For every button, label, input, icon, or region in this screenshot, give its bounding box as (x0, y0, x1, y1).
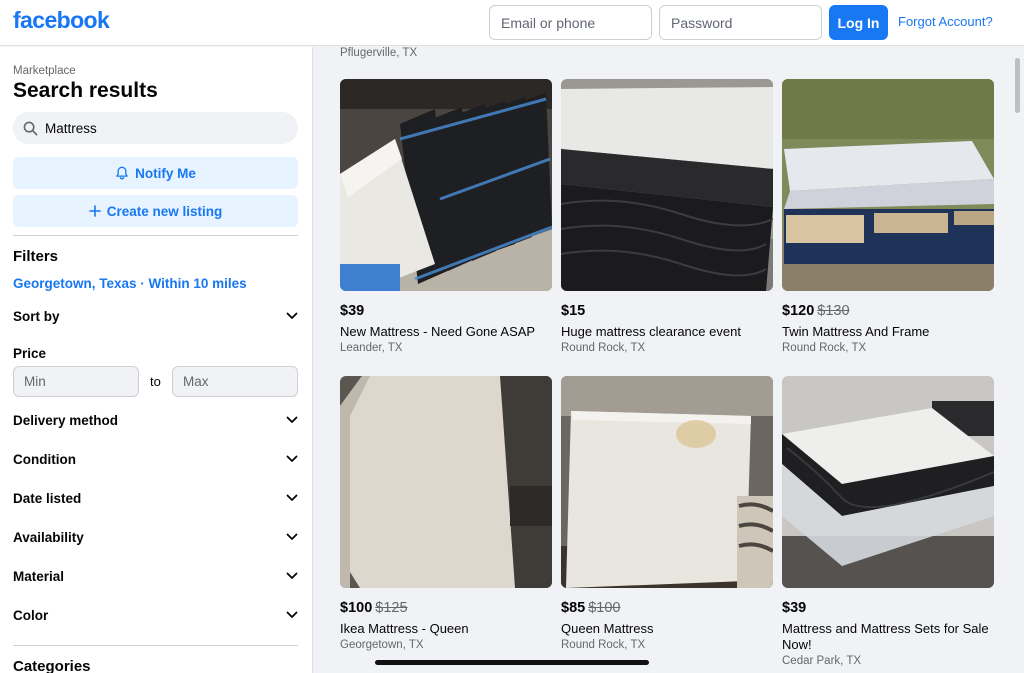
email-input[interactable] (489, 5, 652, 40)
listing-card[interactable]: $39 Mattress and Mattress Sets for Sale … (782, 376, 994, 667)
listing-photo[interactable] (340, 376, 552, 588)
notify-me-label: Notify Me (135, 165, 196, 181)
listing-location: Georgetown, TX (340, 639, 424, 651)
search-icon (23, 121, 38, 135)
filter-material[interactable]: Material (13, 565, 298, 587)
price-label: Price (13, 346, 47, 361)
listing-location: Cedar Park, TX (782, 655, 862, 667)
chevron-down-icon (286, 312, 298, 319)
listing-title: Mattress and Mattress Sets for Sale Now! (782, 621, 989, 652)
page-title: Search results (13, 79, 158, 102)
forgot-account-link[interactable]: Forgot Account? (898, 14, 993, 29)
listing-title: Ikea Mattress - Queen (340, 621, 469, 636)
listing-original-price: $100 (588, 600, 621, 616)
facebook-logo[interactable]: facebook (13, 7, 110, 34)
listing-original-price: $125 (375, 600, 408, 616)
filter-label: Color (13, 607, 49, 623)
filter-availability[interactable]: Availability (13, 526, 298, 548)
create-listing-button[interactable]: Create new listing (13, 195, 298, 227)
listing-title: Twin Mattress And Frame (782, 324, 930, 339)
listing-photo[interactable] (561, 79, 773, 291)
filter-label: Material (13, 568, 65, 584)
filter-color[interactable]: Color (13, 604, 298, 626)
listing-title: Queen Mattress (561, 621, 654, 636)
listing-title: New Mattress - Need Gone ASAP (340, 324, 536, 339)
filter-label: Availability (13, 529, 84, 545)
listing-price: $120 $130 (782, 303, 850, 319)
listings-feed: Pflugerville, TX $39 New Mattress - Need… (314, 47, 1024, 673)
max-price-input[interactable] (172, 366, 298, 397)
price-to-label: to (150, 374, 161, 389)
chevron-down-icon (286, 572, 298, 579)
listing-location: Round Rock, TX (561, 342, 646, 354)
login-button[interactable]: Log In (829, 5, 888, 40)
listing-original-price: $130 (817, 303, 850, 319)
chevron-down-icon (286, 611, 298, 618)
plus-icon (88, 205, 101, 217)
sidebar: Marketplace Search results Mattress Noti… (0, 47, 313, 673)
filters-heading: Filters (13, 248, 59, 265)
filter-condition[interactable]: Condition (13, 448, 298, 470)
listing-card[interactable]: $100 $125 Ikea Mattress - Queen Georgetow… (340, 376, 552, 651)
listing-photo[interactable] (782, 79, 994, 291)
listing-photo[interactable] (561, 376, 773, 588)
listing-price: $100 $125 (340, 600, 408, 616)
scrollbar-thumb[interactable] (1015, 58, 1020, 113)
filter-date-listed[interactable]: Date listed (13, 487, 298, 509)
listing-title: Huge mattress clearance event (561, 324, 741, 339)
filter-label: Sort by (13, 308, 60, 324)
divider (13, 235, 298, 236)
sort-by-filter[interactable]: Sort by (13, 305, 298, 327)
listing-location: Pflugerville, TX (340, 47, 418, 59)
breadcrumb[interactable]: Marketplace (13, 65, 76, 77)
listing-location: Leander, TX (340, 342, 403, 354)
bell-icon (115, 166, 129, 180)
filter-label: Condition (13, 451, 76, 467)
filter-delivery-method[interactable]: Delivery method (13, 409, 298, 431)
listing-card[interactable]: $120 $130 Twin Mattress And Frame Round R… (782, 79, 994, 354)
home-indicator[interactable] (375, 660, 649, 665)
min-price-input[interactable] (13, 366, 139, 397)
listing-price: $39 (782, 600, 807, 616)
listing-location: Round Rock, TX (561, 639, 646, 651)
chevron-down-icon (286, 494, 298, 501)
password-input[interactable] (659, 5, 822, 40)
listing-card[interactable]: $39 New Mattress - Need Gone ASAP Leande… (340, 79, 552, 354)
search-input[interactable]: Mattress (13, 112, 298, 144)
chevron-down-icon (286, 533, 298, 540)
listing-price: $39 (340, 303, 365, 319)
filter-label: Delivery method (13, 412, 119, 428)
listing-price: $15 (561, 303, 586, 319)
listing-price: $85 $100 (561, 600, 621, 616)
create-listing-label: Create new listing (106, 203, 223, 219)
top-navbar: facebook Log In Forgot Account? (0, 0, 1024, 46)
chevron-down-icon (286, 416, 298, 423)
listing-photo[interactable] (340, 79, 552, 291)
listing-location: Round Rock, TX (782, 342, 867, 354)
listing-card[interactable]: $15 Huge mattress clearance event Round … (561, 79, 773, 354)
notify-me-button[interactable]: Notify Me (13, 157, 298, 189)
listing-photo[interactable] (782, 376, 994, 588)
listing-card[interactable]: $85 $100 Queen Mattress Round Rock, TX (561, 376, 773, 651)
search-query: Mattress (45, 120, 97, 136)
filter-label: Date listed (13, 490, 82, 506)
chevron-down-icon (286, 455, 298, 462)
categories-heading: Categories (13, 658, 91, 673)
location-filter-link[interactable]: Georgetown, Texas · Within 10 miles (13, 276, 247, 291)
divider (13, 645, 298, 646)
